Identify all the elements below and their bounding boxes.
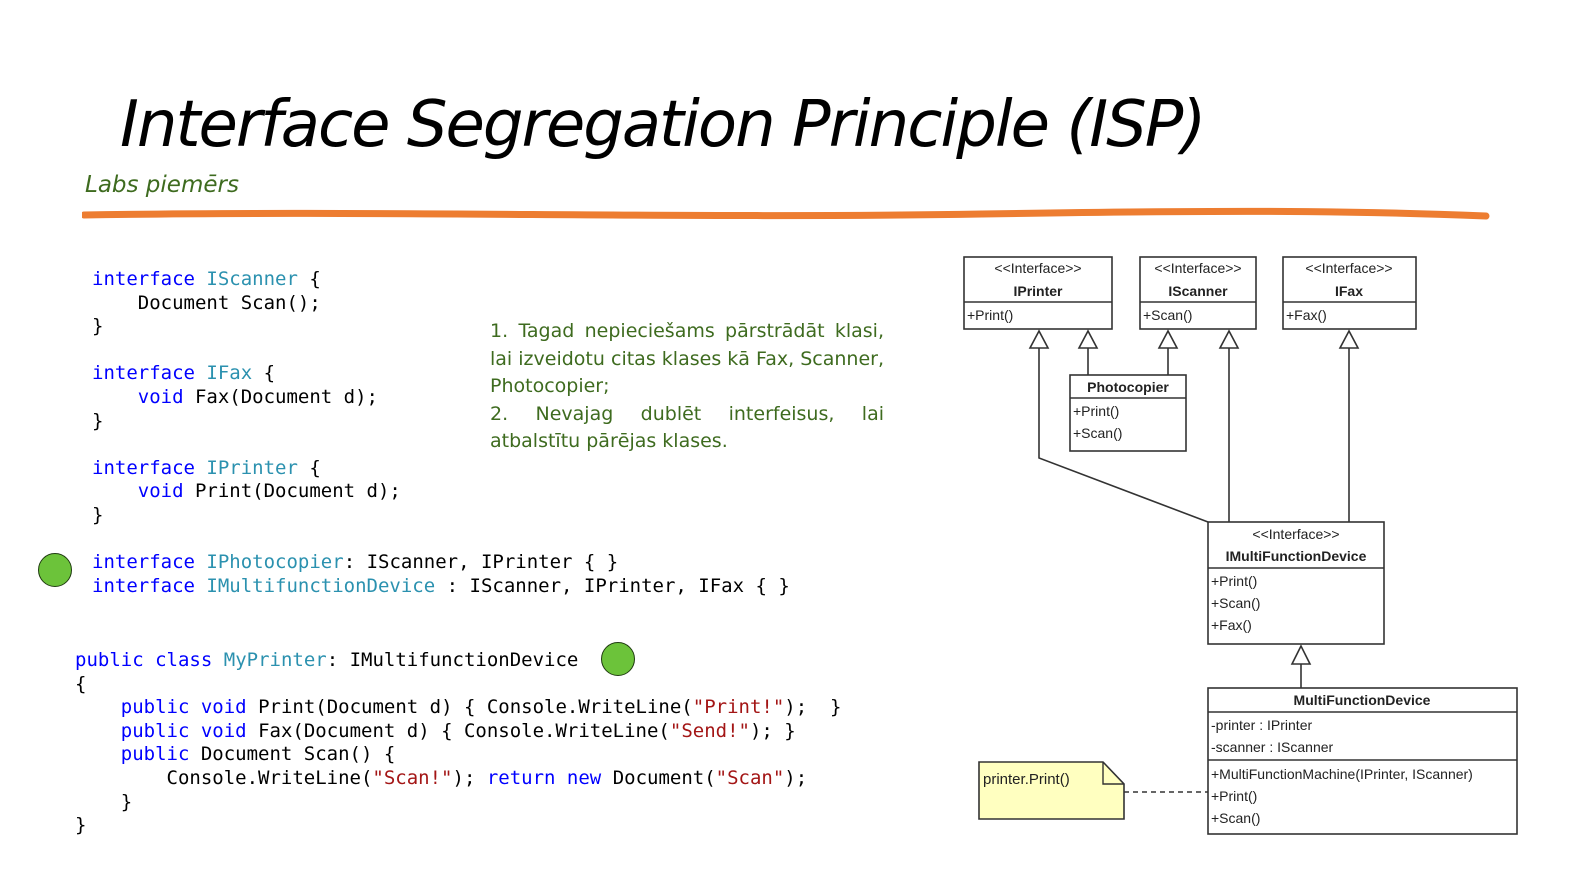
uml-edge [1038, 348, 1209, 523]
uml-op: +Scan() [1073, 425, 1122, 441]
uml-stereotype: <<Interface>> [1305, 260, 1392, 276]
uml-op: +MultiFunctionMachine(IPrinter, IScanner… [1211, 766, 1473, 782]
uml-op: +Print() [1073, 403, 1119, 419]
uml-arrowhead [1077, 329, 1099, 349]
uml-arrowhead [1218, 329, 1240, 349]
uml-stereotype: <<Interface>> [994, 260, 1081, 276]
uml-arrowhead [1157, 329, 1179, 349]
uml-stereotype: <<Interface>> [1154, 260, 1241, 276]
uml-stereotype: <<Interface>> [1252, 526, 1339, 542]
uml-op: +Scan() [1211, 595, 1260, 611]
uml-op: +Fax() [1211, 617, 1252, 633]
uml-arrowhead [1290, 644, 1312, 665]
uml-class-diagram: <<Interface>> IPrinter +Print() <<Interf… [963, 256, 1518, 835]
uml-attr: -scanner : IScanner [1211, 739, 1334, 755]
uml-op: +Print() [1211, 573, 1257, 589]
uml-photocopier-name: Photocopier [1087, 379, 1169, 395]
uml-arrowhead [1338, 329, 1360, 349]
uml-mfd-name: MultiFunctionDevice [1294, 692, 1431, 708]
uml-op: +Print() [967, 307, 1013, 323]
uml-arrowhead [1028, 329, 1050, 349]
uml-op: +Scan() [1143, 307, 1192, 323]
uml-iprinter-name: IPrinter [1013, 283, 1063, 299]
uml-ifax-name: IFax [1335, 283, 1363, 299]
uml-iscanner-name: IScanner [1168, 283, 1228, 299]
uml-op: +Fax() [1286, 307, 1327, 323]
uml-attr: -printer : IPrinter [1211, 717, 1312, 733]
uml-imfd-name: IMultiFunctionDevice [1226, 548, 1367, 564]
uml-note-text: printer.Print() [983, 771, 1070, 788]
uml-op: +Scan() [1211, 810, 1260, 826]
uml-op: +Print() [1211, 788, 1257, 804]
